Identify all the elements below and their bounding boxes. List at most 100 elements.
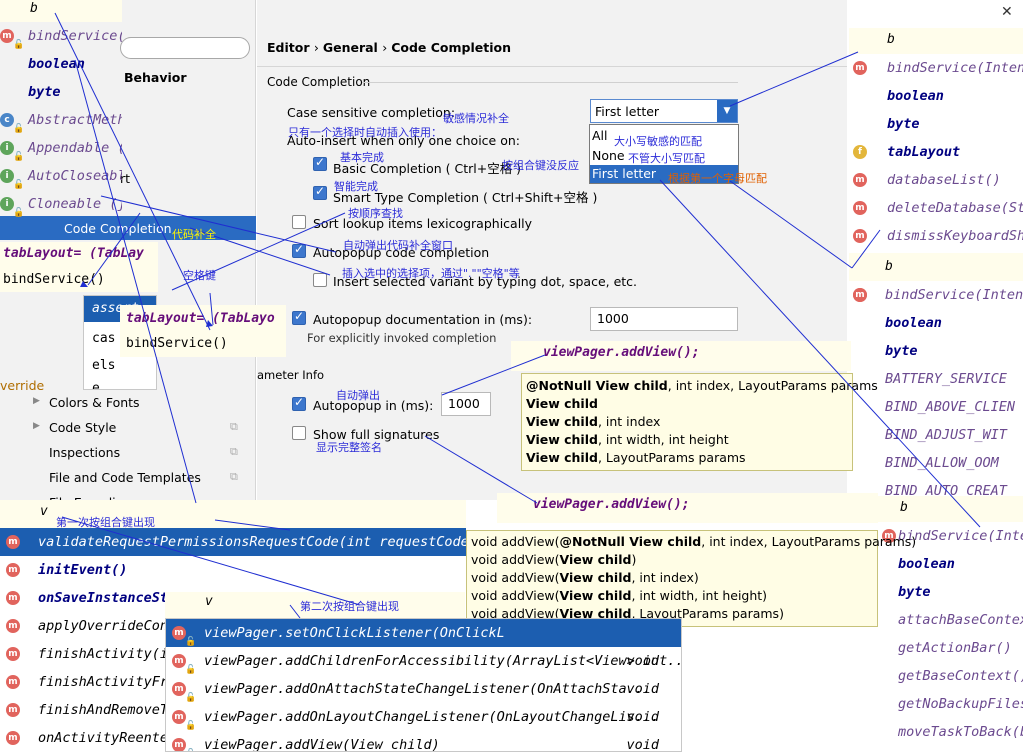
section-divider: [362, 82, 738, 83]
nav-item-behavior[interactable]: Behavior: [124, 70, 187, 85]
annotation-auto-popup: 自动弹出: [336, 389, 380, 402]
chevron-down-icon[interactable]: ▼: [717, 100, 737, 122]
autopopup-doc-input[interactable]: 1000: [590, 307, 738, 331]
annotation-case-all: 大小写敏感的匹配: [614, 135, 702, 148]
option-none[interactable]: None: [592, 148, 625, 163]
completion-item[interactable]: viewPager.addOnAttachStateChangeListener…: [166, 675, 681, 703]
breadcrumb-general: General: [322, 40, 378, 55]
completion-item[interactable]: i 🔓 Appendable (: [0, 134, 122, 162]
settings-dialog: Behavior rt Code Completion ▶ Colors & F…: [0, 0, 1023, 752]
completion-item[interactable]: viewPager.addChildrenForAccessibility(Ar…: [166, 647, 681, 675]
method-icon: m: [172, 682, 186, 696]
completion-item[interactable]: m initEvent(): [0, 556, 466, 584]
completion-item-text: finishAndRemoveTa: [38, 702, 177, 718]
case-sensitive-value: First letter: [595, 104, 660, 119]
completion-item[interactable]: viewPager.addOnLayoutChangeListener(OnLa…: [166, 703, 681, 731]
completion-item-text: boolean: [887, 88, 944, 104]
show-full-signatures-checkbox[interactable]: [292, 426, 306, 440]
nav-item-code-completion-label: Code Completion: [64, 221, 172, 236]
completion-item[interactable]: f tabLayout: [849, 138, 1023, 166]
signature-param-bold: @NotNull View child: [526, 378, 668, 393]
insert-selected-checkbox[interactable]: [313, 273, 327, 287]
completion-item-text: finishActivityFrom: [38, 674, 185, 690]
close-icon[interactable]: ✕: [1001, 4, 1013, 20]
viewpager-param-hint-1: @NotNull View child, int index, LayoutPa…: [521, 373, 878, 471]
sort-lookup-checkbox[interactable]: [292, 215, 306, 229]
autopopup-completion-checkbox[interactable]: [292, 242, 306, 258]
completion-item-text: Cloneable (java: [28, 196, 122, 212]
completion-item[interactable]: getActionBar(): [878, 634, 1023, 662]
option-all[interactable]: All: [592, 128, 608, 143]
nav-item-code-style[interactable]: ▶ Code Style ⧉: [0, 417, 256, 442]
case-sensitive-dropdown[interactable]: First letter ▼: [590, 99, 738, 123]
completion-item[interactable]: m deleteDatabase(Str: [849, 194, 1023, 222]
nav-item-colors-fonts[interactable]: ▶ Colors & Fonts: [0, 392, 256, 417]
completion-item[interactable]: getNoBackupFilesD: [878, 690, 1023, 718]
completion-item[interactable]: byte: [849, 337, 1023, 365]
completion-item[interactable]: byte: [878, 578, 1023, 606]
completion-item-text: bindService(Intent: [898, 528, 1023, 544]
completion-item[interactable]: m databaseList(): [849, 166, 1023, 194]
annotation-order-find: 按顺序查找: [348, 207, 403, 220]
completion-item-text: databaseList(): [887, 172, 1001, 188]
autopopup-in-input[interactable]: 1000: [441, 392, 491, 416]
nav-item-inspections[interactable]: Inspections ⧉: [0, 442, 256, 467]
signature-param-bold: View child: [526, 432, 598, 447]
completion-item[interactable]: boolean: [0, 50, 122, 78]
completion-item-text: bindService(Int: [28, 28, 122, 44]
signature-param-bold: View child: [526, 450, 598, 465]
return-type: void: [626, 681, 659, 697]
completion-item[interactable]: byte: [849, 110, 1023, 138]
signature-row: View child, LayoutParams params: [522, 449, 852, 467]
completion-item-text: bindService(Intent: [887, 60, 1023, 76]
interface-icon: i: [0, 197, 14, 211]
signature-rest: , int width, int height): [631, 588, 768, 603]
completion-item-text: Appendable (: [28, 140, 122, 156]
annotation-case-none: 不管大小写匹配: [628, 152, 705, 165]
completion-item[interactable]: BIND_ABOVE_CLIEN: [849, 393, 1023, 421]
nav-item-file-code-templates[interactable]: File and Code Templates ⧉: [0, 467, 256, 492]
explicit-note: For explicitly invoked completion: [307, 331, 497, 345]
annotation-insert-selected: 插入选中的选择项，通过".""空格"等: [342, 267, 520, 280]
nav-search-field[interactable]: [120, 37, 250, 59]
completion-item[interactable]: byte: [0, 78, 122, 106]
completion-item[interactable]: boolean: [849, 309, 1023, 337]
completion-item-text: viewPager.setOnClickListener(OnClickL: [204, 625, 505, 641]
breadcrumb: Editor › General › Code Completion: [267, 40, 511, 55]
completion-item[interactable]: viewPager.setOnClickListener(OnClickL m 🔓: [166, 619, 681, 647]
completion-item[interactable]: m dismissKeyboardSho: [849, 222, 1023, 250]
completion-item[interactable]: viewPager.addView(View child) void m🔓: [166, 731, 681, 751]
annotation-first-combo: 第一次按组合键出现: [56, 516, 155, 529]
completion-item[interactable]: moveTaskToBack(b: [878, 718, 1023, 746]
smart-completion-checkbox[interactable]: [313, 184, 327, 200]
autopopup-in-checkbox[interactable]: [292, 395, 306, 411]
snippet1-item-case[interactable]: cas: [92, 331, 115, 346]
completion-item[interactable]: c 🔓 AbstractMeth: [0, 106, 122, 134]
completion-item[interactable]: i🔓AutoCloseable: [0, 162, 122, 190]
case-sensitive-label: Case sensitive completion:: [287, 105, 456, 120]
autopopup-doc-checkbox[interactable]: [292, 309, 306, 325]
completion-item[interactable]: i🔓Cloneable (java: [0, 190, 122, 218]
signature-row: View child, int index: [522, 413, 852, 431]
basic-completion-checkbox[interactable]: [313, 155, 327, 171]
completion-item[interactable]: mbindService(Intent sm: [849, 281, 1023, 309]
right-completion-popup-1: m bindService(Intent boolean byte f tabLayout…: [849, 54, 1023, 250]
method-icon: m: [172, 710, 186, 724]
completion-item[interactable]: BIND_ADJUST_WIT: [849, 421, 1023, 449]
completion-item[interactable]: m validateRequestPermissionsRequestCode(i…: [0, 528, 466, 556]
method-icon: m: [172, 626, 186, 640]
signature-prefix: void addView(: [471, 534, 560, 549]
completion-item[interactable]: boolean: [878, 550, 1023, 578]
completion-item[interactable]: m bindService(Intent: [849, 54, 1023, 82]
completion-item[interactable]: attachBaseContext: [878, 606, 1023, 634]
method-icon: m: [853, 288, 867, 302]
snippet1-item-else[interactable]: els: [92, 358, 115, 373]
viewpager-param-hint-2: void addView(@NotNull View child, int in…: [466, 530, 916, 627]
completion-item[interactable]: BIND_ALLOW_OOM: [849, 449, 1023, 477]
snippet1-item-e[interactable]: e: [92, 381, 100, 389]
completion-item-text: getActionBar(): [898, 640, 1012, 656]
completion-item[interactable]: getBaseContext(): [878, 662, 1023, 690]
completion-item[interactable]: boolean: [849, 82, 1023, 110]
completion-item[interactable]: m🔓bindService(Int: [0, 22, 122, 50]
interface-icon: i: [0, 141, 14, 155]
